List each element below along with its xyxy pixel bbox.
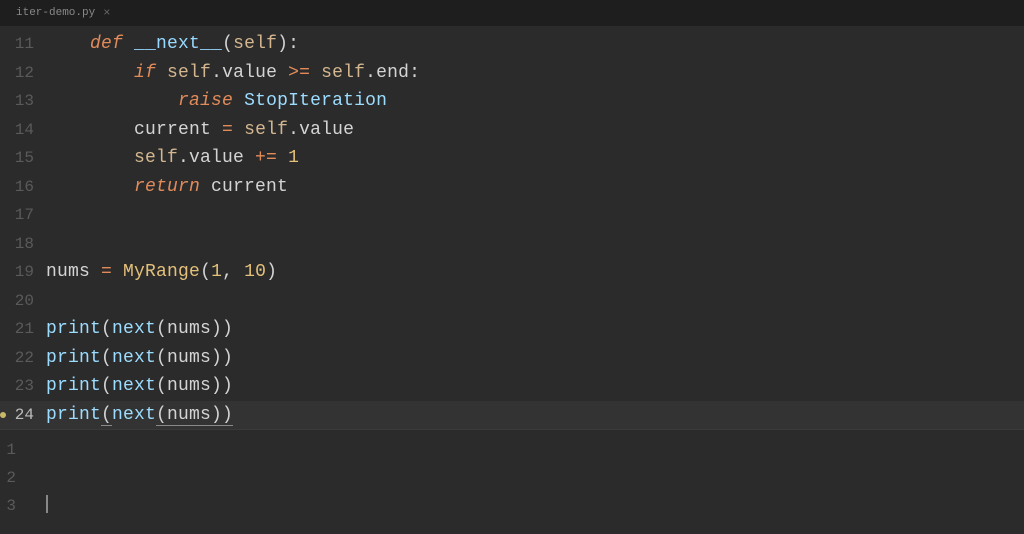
line-number: 21 <box>0 315 46 344</box>
line-number: 16 <box>0 173 46 202</box>
line-number: 18 <box>0 230 46 259</box>
close-icon[interactable]: × <box>103 6 110 20</box>
editor-line[interactable]: 11 def __next__(self): <box>0 30 1024 59</box>
terminal-line-number: 1 <box>0 436 26 464</box>
code-content[interactable]: return current <box>46 173 288 202</box>
code-content[interactable]: print(next(nums)) <box>46 344 233 373</box>
line-number: 13 <box>0 87 46 116</box>
line-number: 20 <box>0 287 46 316</box>
terminal-line-number: 2 <box>0 464 26 492</box>
editor-line[interactable]: 16 return current <box>0 173 1024 202</box>
terminal-line[interactable]: 1 <box>0 436 1024 464</box>
terminal-line-number: 3 <box>0 492 26 520</box>
editor-line[interactable]: 23print(next(nums)) <box>0 372 1024 401</box>
code-content[interactable]: current = self.value <box>46 116 354 145</box>
terminal-line[interactable]: 2 <box>0 464 1024 492</box>
terminal-cursor-icon <box>46 495 48 513</box>
editor-line[interactable]: 12 if self.value >= self.end: <box>0 59 1024 88</box>
file-tab[interactable]: iter-demo.py × <box>6 2 120 24</box>
line-number: 14 <box>0 116 46 145</box>
editor-line[interactable]: 13 raise StopIteration <box>0 87 1024 116</box>
line-number: 17 <box>0 201 46 230</box>
editor-line[interactable]: 20 <box>0 287 1024 316</box>
tab-filename: iter-demo.py <box>16 7 95 19</box>
line-number: 22 <box>0 344 46 373</box>
code-content[interactable]: nums = MyRange(1, 10) <box>46 258 277 287</box>
editor-line[interactable]: 18 <box>0 230 1024 259</box>
code-content[interactable]: def __next__(self): <box>46 30 299 59</box>
line-number: 12 <box>0 59 46 88</box>
code-content[interactable]: print(next(nums)) <box>46 401 233 430</box>
code-content[interactable]: self.value += 1 <box>46 144 299 173</box>
code-content[interactable]: if self.value >= self.end: <box>46 59 420 88</box>
editor-line[interactable]: 19nums = MyRange(1, 10) <box>0 258 1024 287</box>
code-content[interactable]: raise StopIteration <box>46 87 387 116</box>
code-content[interactable]: print(next(nums)) <box>46 315 233 344</box>
line-number: 11 <box>0 30 46 59</box>
editor-line[interactable]: 22print(next(nums)) <box>0 344 1024 373</box>
terminal-line[interactable]: 3 <box>0 492 1024 520</box>
editor-line[interactable]: 24print(next(nums)) <box>0 401 1024 430</box>
tab-bar: iter-demo.py × <box>0 0 1024 26</box>
editor-line[interactable]: 14 current = self.value <box>0 116 1024 145</box>
editor-line[interactable]: 21print(next(nums)) <box>0 315 1024 344</box>
terminal-text <box>26 492 48 520</box>
line-number: 23 <box>0 372 46 401</box>
change-marker-icon <box>0 412 6 418</box>
editor-line[interactable]: 17 <box>0 201 1024 230</box>
code-content[interactable]: print(next(nums)) <box>46 372 233 401</box>
line-number: 19 <box>0 258 46 287</box>
terminal-panel[interactable]: 123 <box>0 429 1024 520</box>
editor-line[interactable]: 15 self.value += 1 <box>0 144 1024 173</box>
line-number: 15 <box>0 144 46 173</box>
code-editor[interactable]: 11 def __next__(self):12 if self.value >… <box>0 26 1024 429</box>
line-number: 24 <box>0 401 46 430</box>
